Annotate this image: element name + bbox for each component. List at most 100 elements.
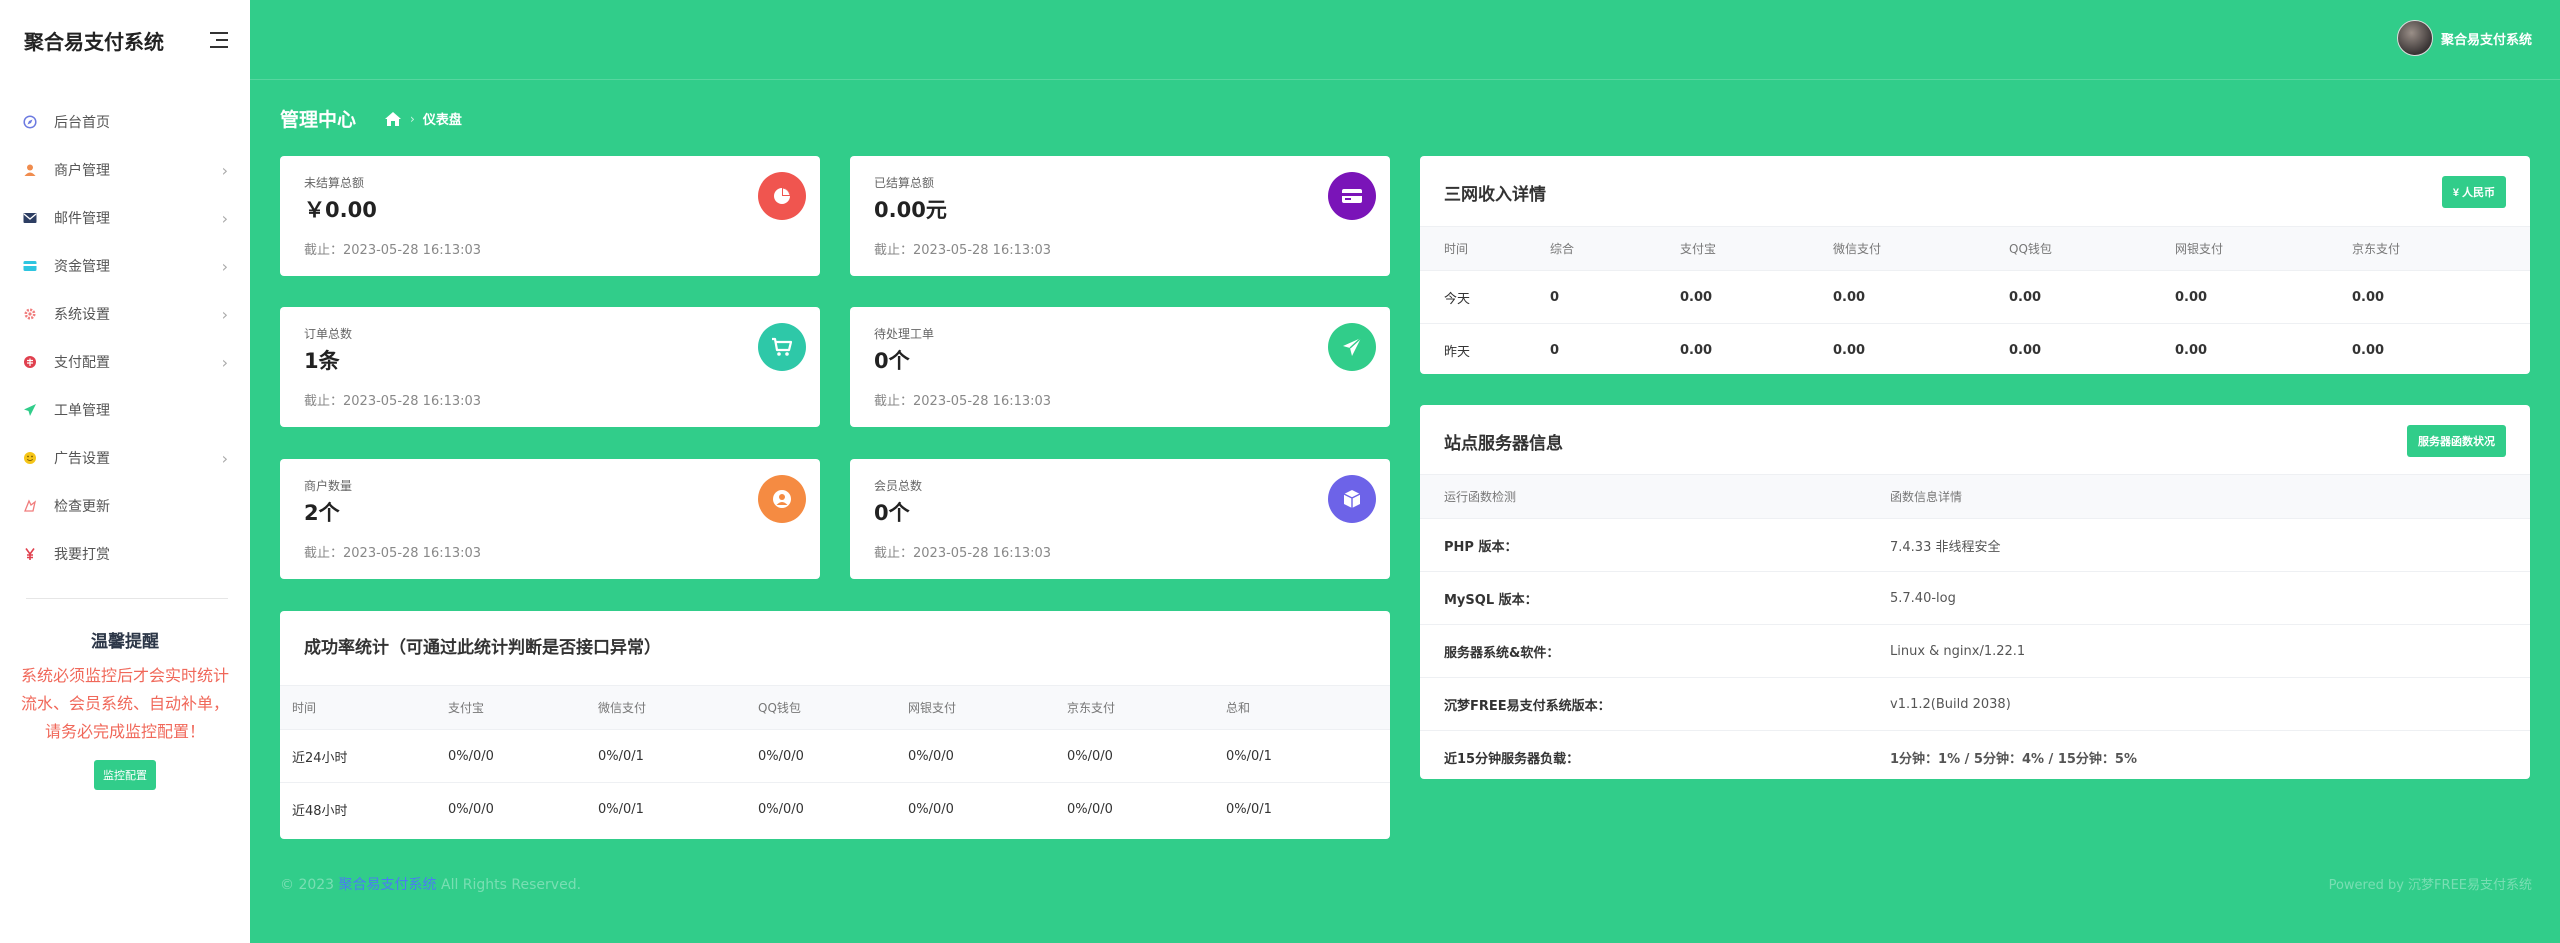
server-functions-button[interactable]: 服务器函数状况 — [2407, 425, 2506, 457]
income-panel: 三网收入详情 ¥ 人民币 时间 综合 支付宝 微信支付 QQ钱包 网银支付 京东… — [1420, 156, 2530, 374]
footer-copyright: © 2023 聚合易支付系统 All Rights Reserved. — [280, 874, 581, 894]
table-row: 沉梦FREE易支付系统版本： v1.1.2(Build 2038) — [1420, 677, 2530, 731]
table-header: 运行函数检测 — [1420, 474, 1890, 519]
table-cell: 0.00 — [2175, 342, 2208, 358]
chevron-right-icon: › — [221, 256, 228, 276]
update-icon — [22, 498, 38, 514]
table-cell: 0.00 — [1833, 270, 2009, 324]
server-key: MySQL 版本： — [1420, 571, 1890, 625]
table-header-row: 运行函数检测 函数信息详情 — [1420, 474, 2530, 519]
success-rate-table: 时间 支付宝 微信支付 QQ钱包 网银支付 京东支付 总和 近24小时 0%/0… — [280, 685, 1390, 836]
user-circle-icon — [758, 475, 806, 523]
table-cell: 0 — [1550, 342, 1560, 358]
sidebar-item[interactable]: 广告设置 › — [0, 434, 250, 482]
page-title: 管理中心 — [280, 109, 357, 131]
footer-prefix: © 2023 — [280, 877, 335, 893]
stat-value: ￥0.00 — [304, 198, 377, 222]
table-header: 支付宝 — [448, 685, 598, 730]
table-header: 网银支付 — [908, 685, 1067, 730]
chevron-right-icon: › — [221, 448, 228, 468]
mail-icon — [22, 210, 38, 226]
table-cell: 今天 — [1420, 270, 1550, 324]
sidebar-item-label: 商户管理 — [54, 163, 110, 179]
table-row: 昨天 0 0.00 0.00 0.00 0.00 0.00 — [1420, 324, 2530, 377]
server-key: PHP 版本： — [1420, 518, 1890, 572]
sidebar-item-label: 我要打赏 — [54, 547, 110, 563]
chevron-right-icon: › — [221, 304, 228, 324]
breadcrumb-item: 仪表盘 — [422, 113, 462, 128]
home-icon[interactable] — [384, 111, 402, 127]
table-cell: 近48小时 — [292, 803, 348, 819]
sidebar-nav: 后台首页 商户管理 › 邮件管理 › 资金管理 › 系统设置 › 支付配置 › 工单管理 广告设置 › 检查… — [0, 98, 250, 578]
table-cell: 0.00 — [1833, 342, 1866, 358]
success-rate-panel: 成功率统计（可通过此统计判断是否接口异常） 时间 支付宝 微信支付 QQ钱包 网… — [280, 611, 1390, 839]
server-value: 7.4.33 非线程安全 — [1890, 518, 2530, 572]
user-icon — [22, 162, 38, 178]
gear-icon — [22, 306, 38, 322]
table-row: 近48小时 0%/0/0 0%/0/1 0%/0/0 0%/0/0 0%/0/0… — [280, 783, 1390, 836]
sidebar-item[interactable]: 支付配置 › — [0, 338, 250, 386]
cube-icon — [1328, 475, 1376, 523]
table-row: 今天 0 0.00 0.00 0.00 0.00 0.00 — [1420, 270, 2530, 324]
table-cell: 0.00 — [1680, 342, 1713, 358]
stat-label: 商户数量 — [304, 479, 353, 493]
sidebar: 聚合易支付系统 后台首页 商户管理 › 邮件管理 › 资金管理 › 系统设置 › 支付配置 › 工单管… — [0, 0, 250, 943]
table-header: 总和 — [1226, 685, 1390, 730]
stat-card-members: 会员总数 0个 截止：2023-05-28 16:13:03 — [850, 459, 1390, 579]
table-header: 微信支付 — [1833, 226, 2009, 271]
table-header: 支付宝 — [1680, 226, 1833, 271]
sidebar-item[interactable]: 系统设置 › — [0, 290, 250, 338]
table-header-row: 时间 支付宝 微信支付 QQ钱包 网银支付 京东支付 总和 — [280, 685, 1390, 730]
stat-label: 订单总数 — [304, 327, 353, 341]
user-menu[interactable]: 聚合易支付系统 — [2396, 20, 2532, 56]
table-header: 京东支付 — [2352, 226, 2530, 271]
table-cell: 0%/0/0 — [1067, 729, 1226, 783]
server-key: 服务器系统&软件： — [1420, 624, 1890, 678]
stat-value: 0个 — [874, 349, 910, 373]
income-title: 三网收入详情 — [1444, 185, 1546, 205]
income-table: 时间 综合 支付宝 微信支付 QQ钱包 网银支付 京东支付 今天 0 0.00 … — [1420, 226, 2530, 377]
table-header: 函数信息详情 — [1890, 474, 2530, 519]
sidebar-item-label: 广告设置 — [54, 451, 110, 467]
sidebar-item-label: 资金管理 — [54, 259, 110, 275]
chevron-right-icon: › — [221, 352, 228, 372]
tips-text: 系统必须监控后才会实时统计流水、会员系统、自动补单，请务必完成监控配置！ — [20, 666, 229, 741]
table-cell: 0%/0/1 — [598, 729, 758, 783]
stat-timestamp: 截止：2023-05-28 16:13:03 — [874, 546, 1052, 561]
chevron-right-icon: › — [221, 208, 228, 228]
table-header: 综合 — [1550, 226, 1680, 271]
server-load-value: 1分钟：1% / 5分钟：4% / 15分钟：5% — [1890, 751, 2137, 767]
success-rate-title: 成功率统计（可通过此统计判断是否接口异常） — [304, 638, 661, 658]
sidebar-item[interactable]: 邮件管理 › — [0, 194, 250, 242]
table-cell: 0%/0/0 — [448, 801, 494, 817]
table-header: 微信支付 — [598, 685, 758, 730]
sidebar-item[interactable]: 资金管理 › — [0, 242, 250, 290]
sidebar-item[interactable]: 检查更新 — [0, 482, 250, 530]
tips-title: 温馨提醒 — [91, 632, 159, 652]
table-cell: 0 — [1550, 270, 1680, 324]
breadcrumb-separator: › — [410, 111, 415, 126]
table-cell: 昨天 — [1444, 344, 1471, 360]
footer-link[interactable]: 聚合易支付系统 — [339, 877, 437, 893]
sidebar-item[interactable]: 我要打赏 — [0, 530, 250, 578]
server-value: Linux & nginx/1.22.1 — [1890, 624, 2530, 678]
paper-plane-icon — [1328, 323, 1376, 371]
sidebar-item[interactable]: 后台首页 — [0, 98, 250, 146]
table-cell: 0.00 — [1680, 270, 1833, 324]
tips-box: 温馨提醒 系统必须监控后才会实时统计流水、会员系统、自动补单，请务必完成监控配置… — [0, 599, 250, 790]
sidebar-item-label: 工单管理 — [54, 403, 110, 419]
send-icon — [22, 402, 38, 418]
monitor-config-button[interactable]: 监控配置 — [94, 760, 156, 790]
compass-icon — [22, 114, 38, 130]
sidebar-item-label: 检查更新 — [54, 499, 110, 515]
table-cell: 0%/0/0 — [758, 801, 804, 817]
currency-button[interactable]: ¥ 人民币 — [2441, 176, 2506, 208]
sidebar-item[interactable]: 商户管理 › — [0, 146, 250, 194]
sidebar-item[interactable]: 工单管理 — [0, 386, 250, 434]
table-header: 时间 — [1420, 226, 1550, 271]
stat-card-tickets: 待处理工单 0个 截止：2023-05-28 16:13:03 — [850, 307, 1390, 427]
sidebar-item-label: 系统设置 — [54, 307, 110, 323]
table-cell: 0%/0/0 — [1067, 801, 1113, 817]
menu-toggle-icon[interactable] — [208, 32, 228, 48]
table-row: PHP 版本： 7.4.33 非线程安全 — [1420, 518, 2530, 572]
